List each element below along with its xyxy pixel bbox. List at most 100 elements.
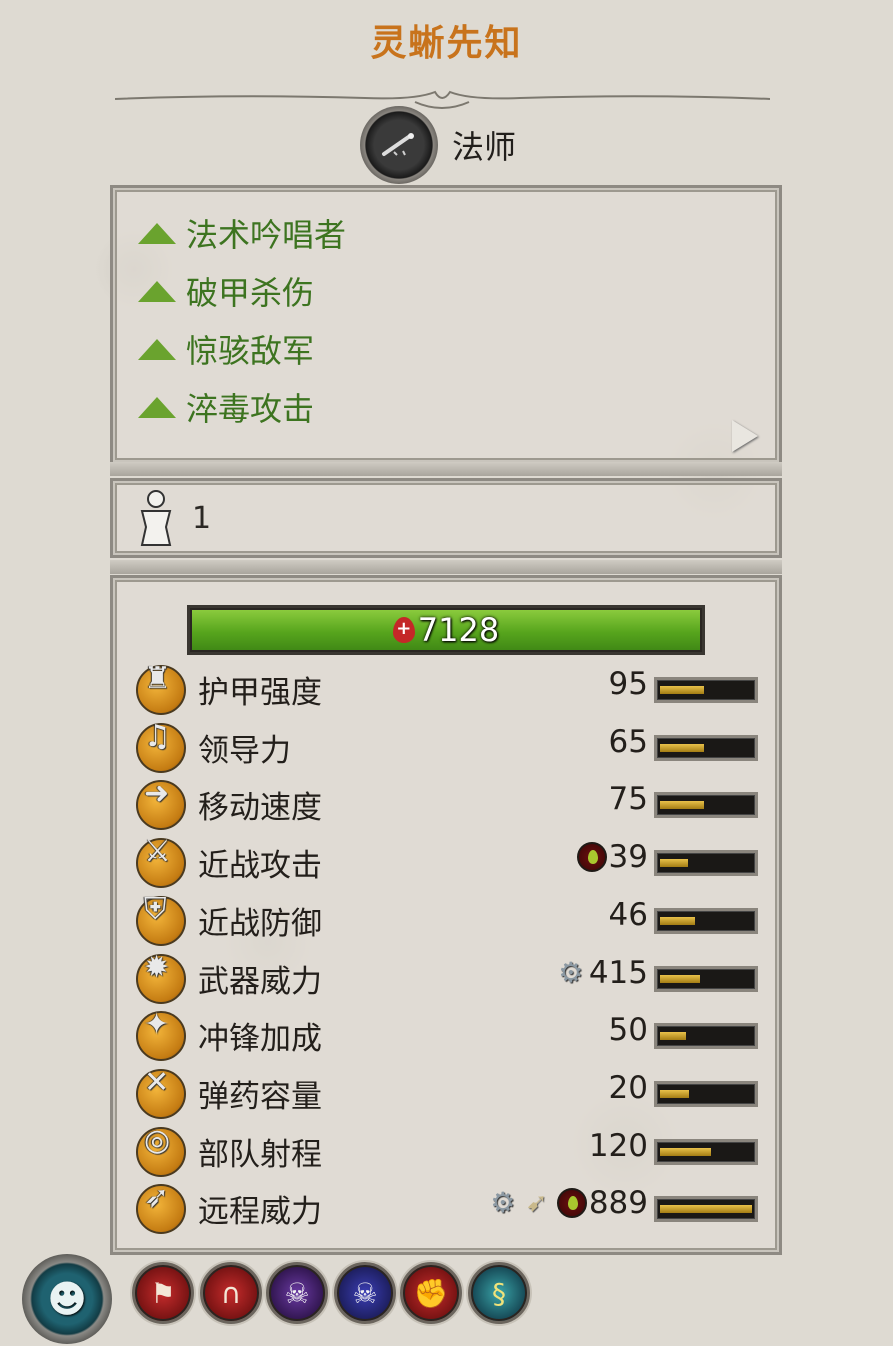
stat-bar-fill — [660, 686, 704, 694]
stat-bar-fill — [660, 974, 700, 983]
missile-strength-icon: ➶ — [136, 1180, 186, 1235]
stat-value-group: 75 — [609, 781, 648, 817]
stat-bar — [654, 907, 758, 934]
expand-arrow-icon[interactable] — [732, 420, 758, 452]
stat-bar — [654, 677, 758, 703]
unit-type-badge[interactable]: ☻ — [22, 1254, 112, 1344]
poison-icon[interactable] — [576, 842, 607, 873]
ability-label: 法术吟唱者 — [186, 216, 347, 254]
stat-label: 近战防御 — [198, 905, 322, 942]
stat-label: 移动速度 — [198, 790, 322, 827]
green-triangle-icon — [138, 222, 176, 244]
unit-class-label: 法师 — [452, 128, 517, 166]
stat-row[interactable]: ✹ 武器威力 ⚙ 415 — [136, 950, 761, 1006]
stat-value-group: 20 — [609, 1070, 648, 1106]
stat-row[interactable]: ✦ 冲锋加成 50 — [136, 1007, 761, 1063]
stat-value-group: 95 — [609, 666, 648, 702]
stat-value: 65 — [608, 723, 648, 760]
stat-value: 50 — [608, 1012, 648, 1049]
ability-spellcaster[interactable]: 法术吟唱者 — [138, 213, 347, 254]
range-target-icon: ◎ — [136, 1123, 186, 1177]
panel-separator — [110, 560, 782, 574]
stat-label: 部队射程 — [198, 1136, 322, 1173]
stat-value-group: ⚙ ➹ 889 — [487, 1185, 648, 1221]
stat-row[interactable]: ➜ 移动速度 75 — [136, 776, 761, 832]
stat-row[interactable]: ◎ 部队射程 120 — [136, 1123, 761, 1179]
ranged-arrow-icon[interactable]: ➹ — [521, 1188, 553, 1218]
stat-label: 护甲强度 — [198, 675, 322, 711]
ammunition-icon-glyph: ✕ — [144, 1064, 170, 1100]
ability-armour-piercing[interactable]: 破甲杀伤 — [138, 271, 315, 312]
stat-value: 39 — [608, 839, 648, 876]
stat-bar-fill — [660, 859, 688, 868]
stat-value: 46 — [608, 896, 648, 933]
green-triangle-icon — [138, 280, 176, 302]
health-drop-icon — [392, 617, 415, 643]
stat-value-group: 39 — [576, 839, 648, 876]
armour-piercing-icon[interactable]: ⚙ — [555, 957, 587, 988]
charge-bonus-icon: ✦ — [136, 1007, 186, 1062]
weapon-strength-icon: ✹ — [136, 950, 186, 1004]
stat-label: 冲锋加成 — [198, 1021, 322, 1058]
ability-label: 惊骇敌军 — [186, 332, 315, 370]
stat-value: 120 — [588, 1127, 648, 1164]
melee-attack-sword-icon: ⚔ — [136, 834, 186, 889]
stat-bar-fill — [660, 1089, 689, 1098]
lizard-spirit-icon[interactable]: § — [468, 1262, 530, 1324]
charge-bonus-icon-glyph: ✦ — [144, 1007, 170, 1043]
ability-label: 破甲杀伤 — [186, 274, 315, 312]
stat-label: 近战攻击 — [198, 848, 322, 885]
poison-icon[interactable] — [556, 1188, 587, 1219]
stat-bar — [654, 965, 758, 992]
stat-row[interactable]: ➶ 远程威力 ⚙ ➹ 889 — [136, 1180, 761, 1236]
faction-red-banner-icon[interactable]: ⚑ — [132, 1262, 194, 1324]
stat-row[interactable]: ♜ 护甲强度 95 — [136, 661, 761, 717]
entity-count-value: 1 — [192, 500, 212, 536]
lizard-face-icon: ☻ — [47, 1277, 87, 1321]
stat-label: 武器威力 — [198, 963, 322, 1000]
range-target-icon-glyph: ◎ — [144, 1122, 171, 1158]
ability-terror[interactable]: 惊骇敌军 — [138, 329, 315, 370]
stat-bar-fill — [660, 1147, 711, 1156]
melee-defence-shield-icon: ⛨ — [136, 892, 186, 946]
entity-figure-icon — [140, 490, 172, 546]
stat-row[interactable]: ⚔ 近战攻击 39 — [136, 834, 761, 890]
missile-strength-icon-glyph: ➶ — [144, 1180, 170, 1216]
health-bar[interactable]: 7128 — [187, 605, 705, 655]
ammunition-icon: ✕ — [136, 1065, 186, 1119]
armor-icon-glyph: ♜ — [144, 661, 171, 696]
stat-bar-fill — [660, 801, 704, 810]
melee-defence-shield-icon-glyph: ⛨ — [144, 891, 167, 927]
stat-label: 弹药容量 — [198, 1078, 322, 1115]
stat-bar — [654, 1138, 758, 1165]
stat-value-group: 46 — [609, 897, 648, 933]
stat-bar — [654, 1080, 758, 1107]
stat-bar-fill — [660, 1205, 752, 1214]
stat-label: 远程威力 — [198, 1194, 322, 1231]
unit-name-title: 灵蜥先知 — [370, 23, 523, 64]
fire-gate-icon[interactable]: ∩ — [200, 1262, 262, 1324]
stat-bar-fill — [660, 916, 695, 925]
stat-value: 95 — [608, 666, 648, 702]
unit-class-row: 法师 — [360, 106, 516, 184]
stat-row[interactable]: ⛨ 近战防御 46 — [136, 892, 761, 948]
stat-row[interactable]: ✕ 弹药容量 20 — [136, 1065, 761, 1121]
stat-value-group: ⚙ 415 — [555, 955, 648, 991]
speed-arrow-icon-glyph: ➜ — [144, 776, 170, 812]
stat-row[interactable]: ♫ 领导力 65 — [136, 719, 761, 775]
purple-skull-icon[interactable]: ☠ — [266, 1262, 328, 1324]
bottom-attribute-bar: ☻ ⚑ ∩ ☠ ☠ ✊ § — [0, 1250, 893, 1346]
stat-bar — [654, 734, 758, 761]
stat-bar-fill — [660, 1032, 686, 1041]
ability-poison-attacks[interactable]: 淬毒攻击 — [138, 387, 314, 428]
armour-piercing-icon[interactable]: ⚙ — [487, 1188, 519, 1218]
armor-icon: ♜ — [136, 661, 186, 715]
red-fist-icon[interactable]: ✊ — [400, 1262, 462, 1324]
leadership-horn-icon: ♫ — [136, 719, 186, 773]
stat-bar — [654, 1023, 758, 1050]
green-triangle-icon — [138, 396, 176, 418]
stat-bar — [654, 1196, 758, 1223]
blue-skull-icon[interactable]: ☠ — [334, 1262, 396, 1324]
stat-value: 20 — [608, 1069, 648, 1106]
mage-staff-icon[interactable] — [360, 106, 438, 184]
